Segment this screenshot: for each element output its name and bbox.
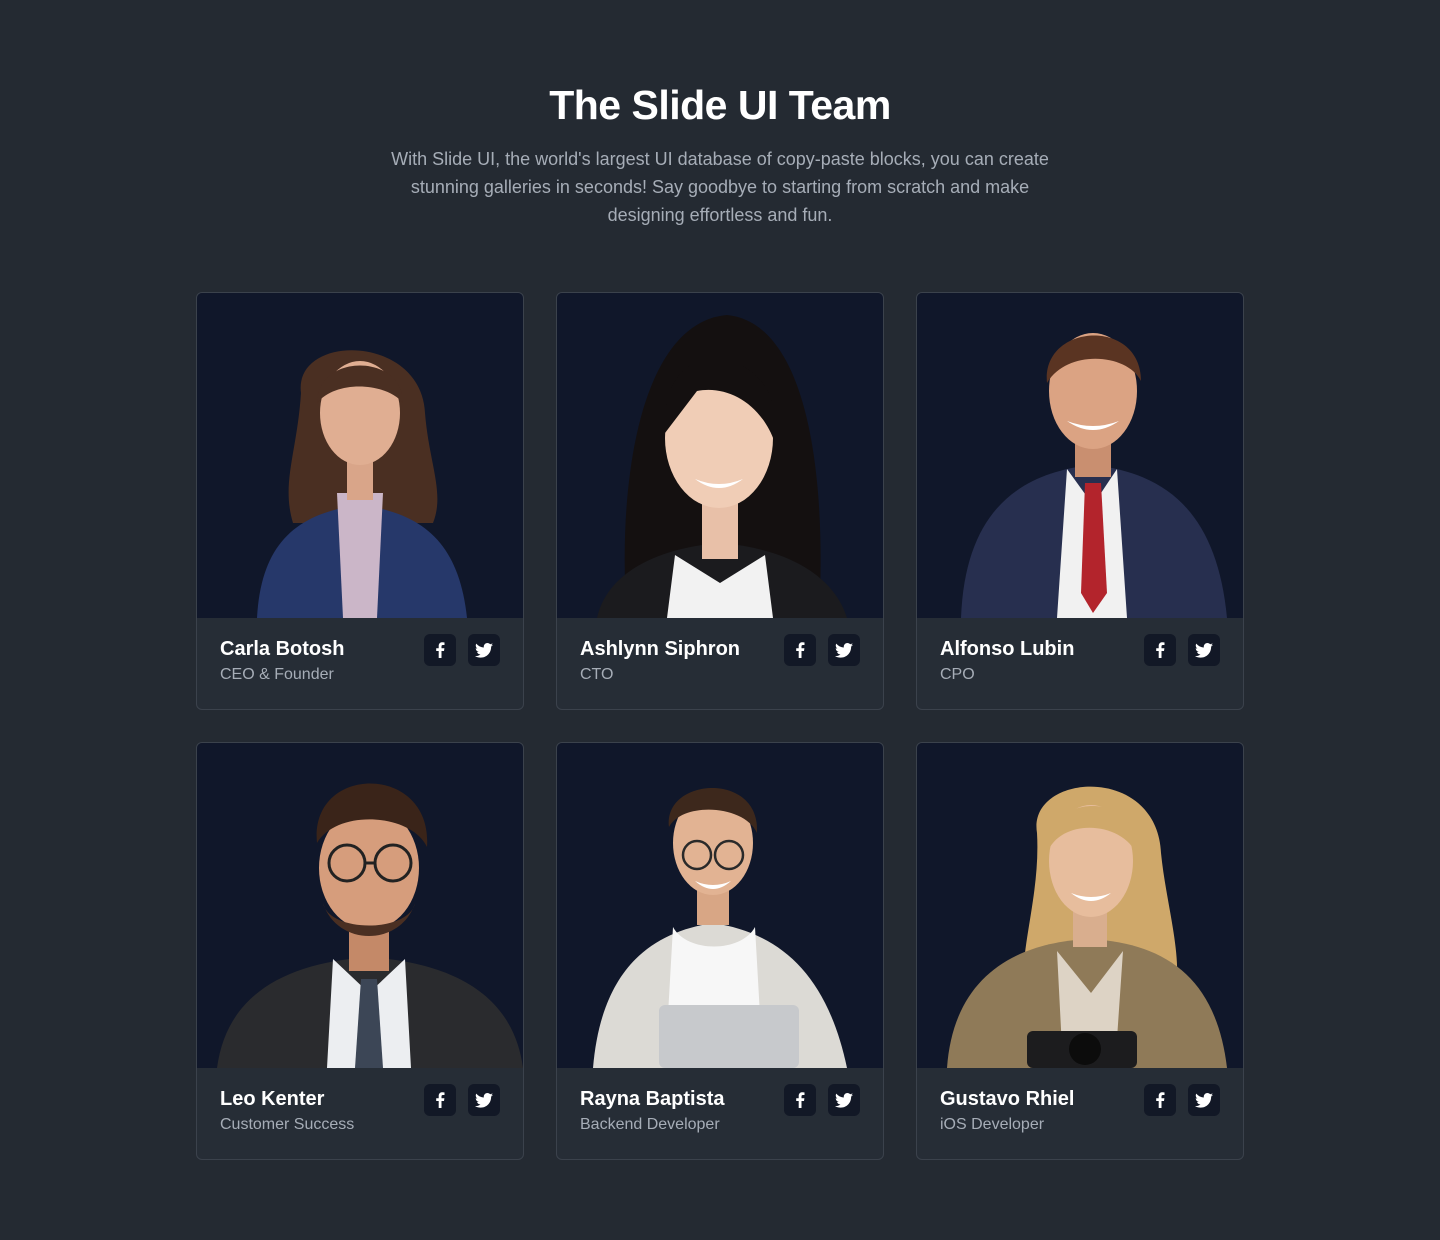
team-card: Alfonso Lubin CPO	[916, 292, 1244, 710]
twitter-button[interactable]	[828, 634, 860, 666]
twitter-button[interactable]	[468, 634, 500, 666]
team-member-name: Ashlynn Siphron	[580, 638, 740, 660]
twitter-button[interactable]	[828, 1084, 860, 1116]
twitter-icon	[835, 642, 853, 658]
twitter-icon	[475, 642, 493, 658]
facebook-button[interactable]	[424, 1084, 456, 1116]
team-member-info: Leo Kenter Customer Success	[197, 1068, 523, 1159]
facebook-button[interactable]	[784, 634, 816, 666]
team-member-name: Alfonso Lubin	[940, 638, 1075, 660]
twitter-icon	[835, 1092, 853, 1108]
team-card: Rayna Baptista Backend Developer	[556, 742, 884, 1160]
page-title: The Slide UI Team	[549, 82, 891, 128]
team-card: Ashlynn Siphron CTO	[556, 292, 884, 710]
team-member-role: CEO & Founder	[220, 666, 334, 683]
facebook-button[interactable]	[784, 1084, 816, 1116]
team-member-photo	[557, 743, 883, 1068]
team-member-photo	[917, 293, 1243, 618]
team-card: Leo Kenter Customer Success	[196, 742, 524, 1160]
twitter-button[interactable]	[468, 1084, 500, 1116]
facebook-button[interactable]	[1144, 1084, 1176, 1116]
team-card: Gustavo Rhiel iOS Developer	[916, 742, 1244, 1160]
team-member-role: iOS Developer	[940, 1116, 1045, 1133]
twitter-icon	[1195, 1092, 1213, 1108]
team-member-role: Backend Developer	[580, 1116, 720, 1133]
facebook-icon	[1156, 1092, 1165, 1108]
twitter-button[interactable]	[1188, 1084, 1220, 1116]
team-member-name: Rayna Baptista	[580, 1088, 725, 1110]
team-member-name: Carla Botosh	[220, 638, 345, 660]
team-member-name: Leo Kenter	[220, 1088, 325, 1110]
team-member-photo	[557, 293, 883, 618]
team-member-photo	[197, 743, 523, 1068]
team-member-info: Rayna Baptista Backend Developer	[557, 1068, 883, 1159]
team-member-photo	[917, 743, 1243, 1068]
twitter-icon	[475, 1092, 493, 1108]
team-grid: Carla Botosh CEO & Founder Ashlynn Siphr…	[196, 292, 1244, 1160]
team-card: Carla Botosh CEO & Founder	[196, 292, 524, 710]
team-member-role: Customer Success	[220, 1116, 355, 1133]
facebook-button[interactable]	[1144, 634, 1176, 666]
facebook-icon	[436, 1092, 445, 1108]
page-subtitle: With Slide UI, the world's largest UI da…	[391, 149, 1049, 225]
facebook-icon	[436, 642, 445, 658]
facebook-icon	[1156, 642, 1165, 658]
facebook-icon	[796, 1092, 805, 1108]
team-member-info: Carla Botosh CEO & Founder	[197, 618, 523, 709]
team-member-role: CPO	[940, 666, 975, 683]
team-member-info: Alfonso Lubin CPO	[917, 618, 1243, 709]
team-member-role: CTO	[580, 666, 614, 683]
team-member-photo	[197, 293, 523, 618]
team-member-info: Ashlynn Siphron CTO	[557, 618, 883, 709]
team-member-info: Gustavo Rhiel iOS Developer	[917, 1068, 1243, 1159]
twitter-button[interactable]	[1188, 634, 1220, 666]
team-member-name: Gustavo Rhiel	[940, 1088, 1075, 1110]
facebook-button[interactable]	[424, 634, 456, 666]
facebook-icon	[796, 642, 805, 658]
twitter-icon	[1195, 642, 1213, 658]
